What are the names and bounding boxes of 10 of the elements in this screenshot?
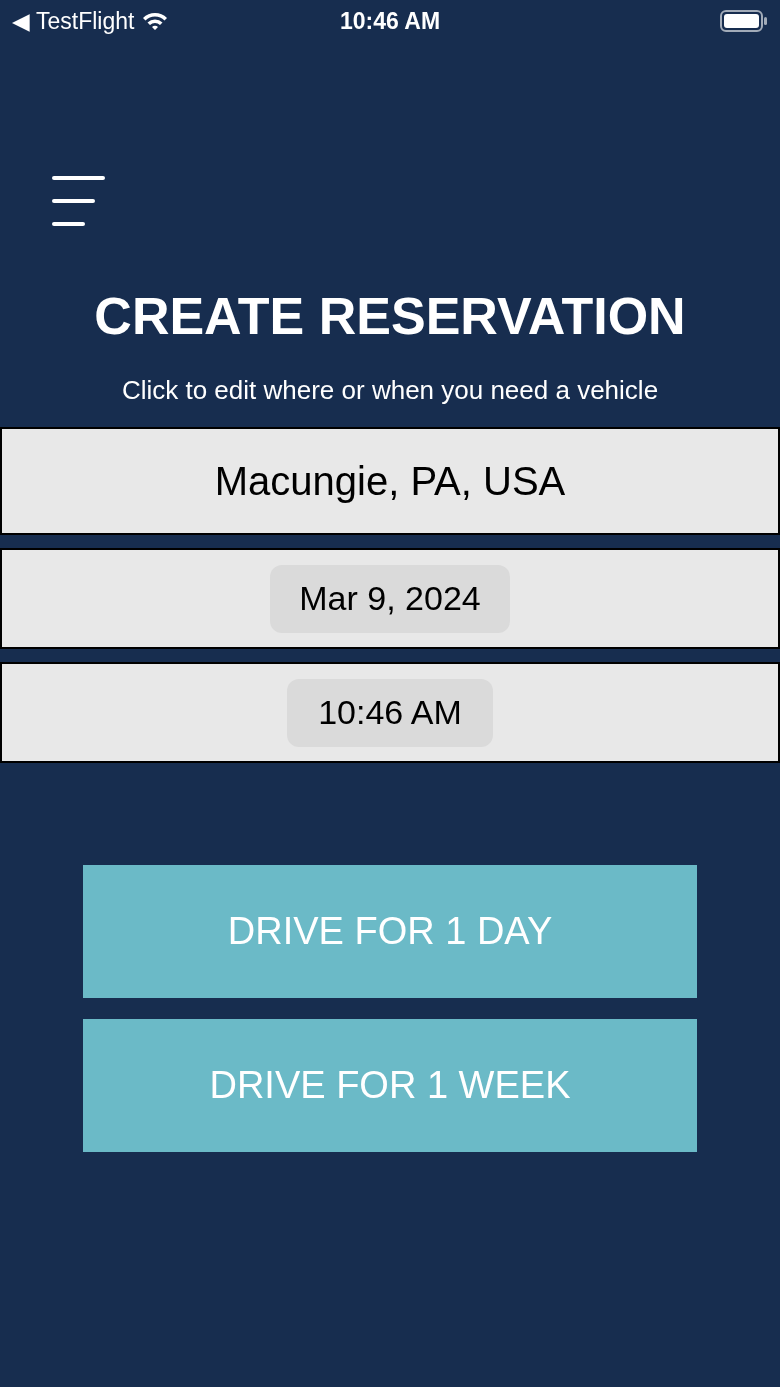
instruction-text: Click to edit where or when you need a vehicle — [120, 374, 660, 406]
battery-icon — [720, 10, 768, 32]
wifi-icon — [142, 11, 169, 31]
time-picker[interactable]: 10:46 AM — [287, 678, 493, 747]
date-picker[interactable]: Mar 9, 2024 — [270, 564, 510, 633]
page-title: CREATE RESERVATION — [93, 286, 687, 347]
back-link[interactable]: ◀ TestFlight — [12, 3, 135, 39]
menu-icon[interactable] — [52, 176, 105, 226]
clock-time: 10:46 AM — [339, 6, 441, 36]
location-field[interactable]: Macungie, PA, USA — [0, 427, 780, 535]
